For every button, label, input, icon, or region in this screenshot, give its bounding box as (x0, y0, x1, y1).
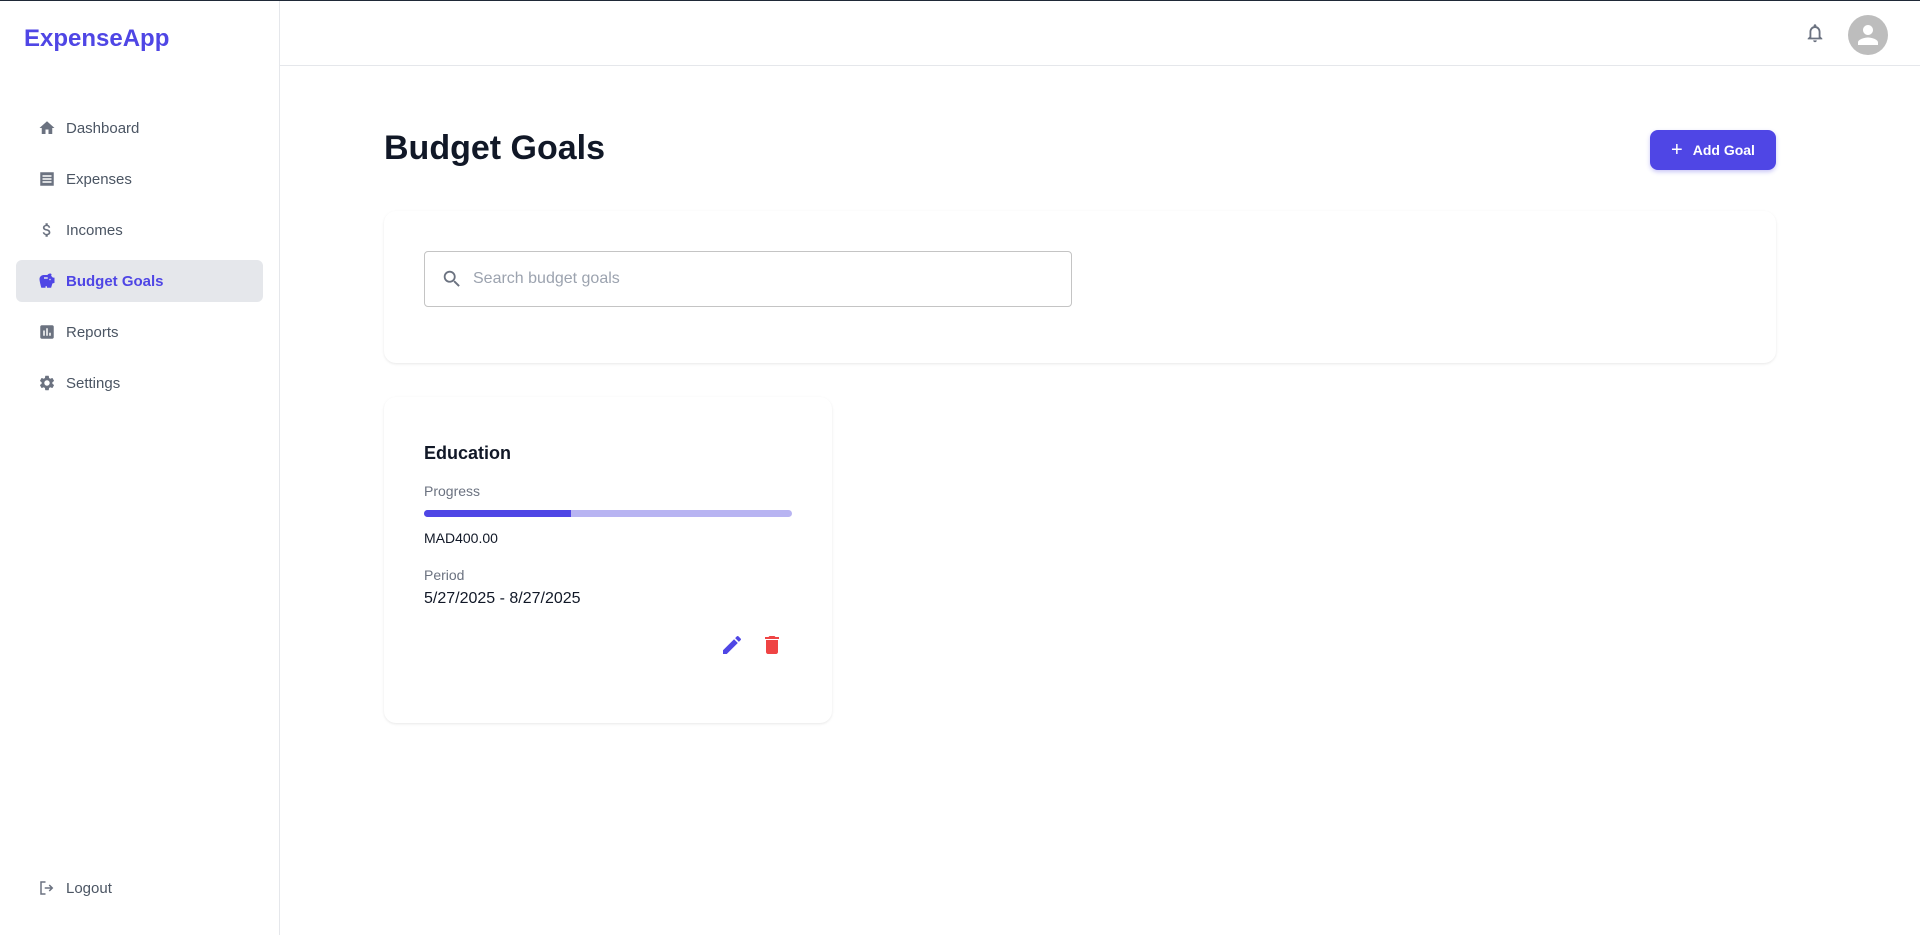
sidebar-item-settings[interactable]: Settings (16, 362, 263, 404)
search-card (384, 211, 1776, 363)
goal-amount: MAD400.00 (424, 530, 498, 546)
add-goal-label: Add Goal (1692, 142, 1755, 158)
bell-icon[interactable] (1804, 22, 1826, 44)
plus-icon: + (1671, 139, 1683, 161)
logout-button[interactable]: Logout (38, 879, 112, 897)
dollar-icon (38, 221, 56, 239)
top-bar (280, 1, 1920, 66)
sidebar-item-label: Settings (66, 374, 121, 392)
search-icon (443, 270, 460, 287)
delete-button[interactable] (760, 633, 784, 657)
pencil-icon (723, 635, 742, 654)
logout-label: Logout (66, 879, 112, 897)
avatar[interactable] (1848, 15, 1888, 55)
progress-label: Progress (424, 483, 481, 499)
sidebar-item-reports[interactable]: Reports (16, 311, 263, 353)
sidebar-item-incomes[interactable]: Incomes (16, 209, 263, 251)
sidebar-item-dashboard[interactable]: Dashboard (16, 107, 263, 149)
goal-name: Education (424, 443, 512, 463)
logout-icon (38, 879, 56, 897)
sidebar-item-label: Incomes (66, 221, 123, 239)
search-box[interactable] (424, 251, 1072, 307)
list-icon (38, 170, 56, 188)
progress-fill (424, 510, 572, 517)
app-logo[interactable]: ExpenseApp (24, 25, 169, 53)
sidebar-item-budget-goals[interactable]: Budget Goals (16, 260, 263, 302)
home-icon (38, 119, 56, 137)
sidebar-item-label: Expenses (66, 170, 132, 188)
edit-button[interactable] (720, 633, 744, 657)
period-value: 5/27/2025 - 8/27/2025 (424, 590, 581, 607)
sidebar-item-label: Budget Goals (66, 272, 164, 290)
account-circle-icon (1858, 25, 1878, 45)
gear-icon (38, 374, 56, 392)
trash-icon (765, 636, 779, 654)
piggy-bank-icon (38, 272, 56, 290)
goal-card: Education Progress MAD400.00 Period 5/27… (384, 397, 832, 723)
sidebar-nav: Dashboard Expenses Incomes Budget Goals … (16, 107, 263, 413)
page-title: Budget Goals (384, 129, 606, 167)
add-goal-button[interactable]: + Add Goal (1650, 130, 1776, 170)
progress-bar (424, 510, 792, 517)
sidebar-item-label: Dashboard (66, 119, 140, 137)
sidebar-item-expenses[interactable]: Expenses (16, 158, 263, 200)
bar-chart-icon (38, 323, 56, 341)
search-input[interactable] (473, 270, 1053, 288)
period-label: Period (424, 567, 465, 583)
sidebar: ExpenseApp Dashboard Expenses Incomes Bu… (0, 1, 280, 935)
sidebar-item-label: Reports (66, 323, 119, 341)
